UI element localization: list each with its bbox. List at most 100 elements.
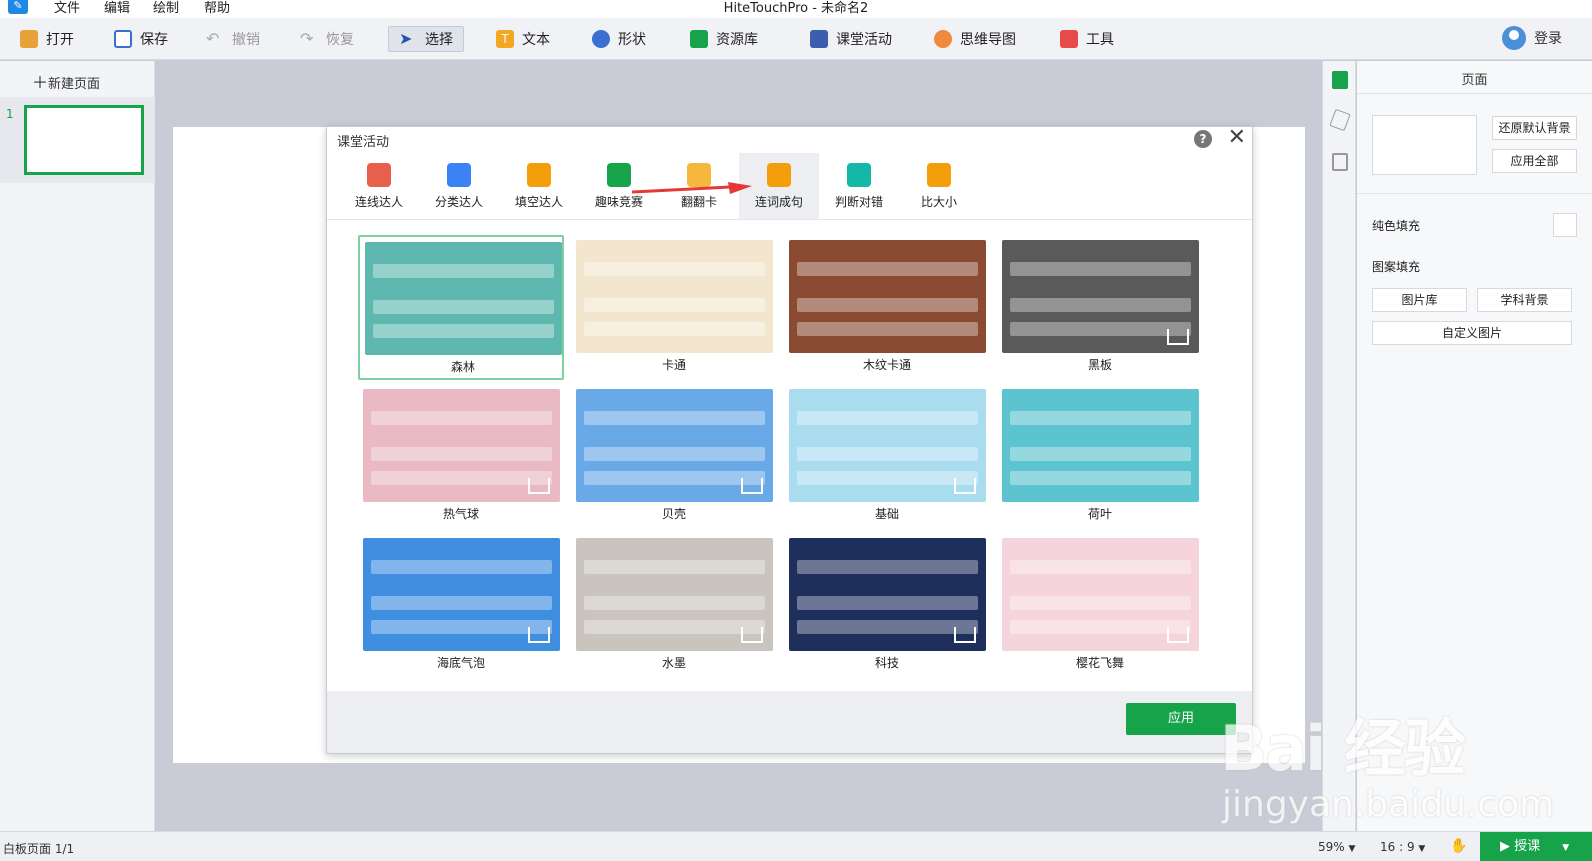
shape-button[interactable]: 形状 [592,26,646,52]
chevron-down-icon: ▼ [1348,844,1356,854]
download-icon[interactable] [1167,329,1189,345]
help-icon[interactable]: ? [1194,130,1212,148]
text-button[interactable]: T 文本 [496,26,550,52]
template-card[interactable]: 海底气泡 [358,533,564,678]
template-label: 森林 [450,360,475,374]
template-card[interactable]: 基础 [784,384,990,529]
tab-sorting[interactable]: 分类达人 [419,153,499,219]
word-slot-row [584,471,765,485]
main-toolbar: 打开 保存 ↶ 撤销 ↷ 恢复 ➤ 选择 T 文本 形状 资源库 课堂活动 思维… [0,18,1592,60]
window-title: HiteTouchPro - 未命名2 [723,1,869,16]
template-thumbnail [789,538,986,651]
undo-button[interactable]: ↶ 撤销 [206,26,260,52]
subject-background-button[interactable]: 学科背景 [1477,288,1572,312]
zoom-dropdown[interactable]: 59% ▼ [1318,840,1355,854]
template-card[interactable]: 科技 [784,533,990,678]
template-card[interactable]: 黑板 [997,235,1203,380]
tab-compare[interactable]: 比大小 [899,153,979,219]
play-icon: ▶ [1500,839,1510,854]
word-slot-row [1010,471,1191,485]
word-slot-row [584,298,765,312]
word-slot-row [1010,596,1191,610]
redo-button[interactable]: ↷ 恢复 [300,26,354,52]
pin-icon[interactable] [1329,108,1351,132]
text-label: 文本 [522,32,550,48]
word-slot-row [373,300,554,314]
dialog-footer: 应用 [327,691,1252,753]
open-label: 打开 [46,32,74,48]
word-slot-row [797,298,978,312]
word-slot-row [584,447,765,461]
template-card[interactable]: 木纹卡通 [784,235,990,380]
download-icon[interactable] [954,627,976,643]
fill-color-swatch[interactable] [1553,213,1577,237]
tools-button[interactable]: 工具 [1060,26,1114,52]
download-icon[interactable] [1167,627,1189,643]
book-icon[interactable] [1332,153,1348,171]
login-label: 登录 [1534,31,1562,47]
page-settings-icon[interactable] [1332,71,1348,89]
page-thumbnail[interactable] [24,105,144,175]
template-label: 热气球 [442,507,479,521]
custom-image-button[interactable]: 自定义图片 [1372,321,1572,345]
tools-label: 工具 [1086,32,1114,48]
page-panel: ＋新建页面 1 [0,61,155,831]
shape-icon [592,30,610,48]
list-icon [447,163,471,187]
chevron-down-icon[interactable]: ▼ [1562,843,1569,853]
mindmap-button[interactable]: 思维导图 [934,26,1016,52]
restore-background-button[interactable]: 还原默认背景 [1492,116,1577,140]
word-slot-row [373,324,554,338]
template-card[interactable]: 贝壳 [571,384,777,529]
download-icon[interactable] [528,627,550,643]
template-card[interactable]: 樱花飞舞 [997,533,1203,678]
dialog-title: 课堂活动 [337,135,390,150]
template-card[interactable]: 水墨 [571,533,777,678]
close-icon[interactable]: ✕ [1228,125,1246,150]
hand-icon[interactable]: ✋ [1450,838,1467,854]
template-card[interactable]: 森林 [358,235,564,380]
zoom-value: 59% [1318,840,1345,854]
word-slot-row [371,596,552,610]
teach-label: 授课 [1514,839,1541,854]
template-thumbnail [576,389,773,502]
template-card[interactable]: 卡通 [571,235,777,380]
tab-label: 分类达人 [434,195,483,209]
tab-fill-blank[interactable]: 填空达人 [499,153,579,219]
tab-true-false[interactable]: 判断对错 [819,153,899,219]
mindmap-icon [934,30,952,48]
word-slot-row [371,620,552,634]
tab-matching[interactable]: 连线达人 [339,153,419,219]
resources-button[interactable]: 资源库 [690,26,758,52]
redo-icon: ↷ [300,29,314,48]
login-button[interactable]: 登录 [1502,26,1562,50]
avatar-icon [1502,26,1526,50]
new-page-button[interactable]: ＋新建页面 [32,69,100,93]
apply-all-button[interactable]: 应用全部 [1492,149,1577,173]
undo-label: 撤销 [232,32,260,48]
download-icon[interactable] [528,478,550,494]
open-button[interactable]: 打开 [20,26,74,52]
download-icon[interactable] [741,627,763,643]
aspect-ratio-dropdown[interactable]: 16 : 9 ▼ [1380,840,1425,854]
download-icon[interactable] [741,478,763,494]
classroom-activity-button[interactable]: 课堂活动 [810,26,892,52]
word-slot-row [797,447,978,461]
word-slot-row [797,262,978,276]
word-slot-row [797,620,978,634]
template-card[interactable]: 热气球 [358,384,564,529]
watermark-main: Bai 经验 [1220,712,1466,785]
template-card[interactable]: 荷叶 [997,384,1203,529]
save-button[interactable]: 保存 [114,26,168,52]
word-slot-row [1010,560,1191,574]
template-label: 木纹卡通 [862,358,911,372]
download-icon[interactable] [954,478,976,494]
redo-label: 恢复 [326,32,354,48]
page-thumbnail-row[interactable]: 1 [0,97,155,183]
template-thumbnail [1002,538,1199,651]
word-slot-row [797,322,978,336]
select-button[interactable]: ➤ 选择 [388,26,464,52]
template-grid: 森林 卡通 木纹卡通 黑板热气球 贝壳 基础 荷叶海底气泡 水墨 科技 樱花飞舞 [327,221,1252,691]
word-slot-row [1010,620,1191,634]
image-gallery-button[interactable]: 图片库 [1372,288,1467,312]
